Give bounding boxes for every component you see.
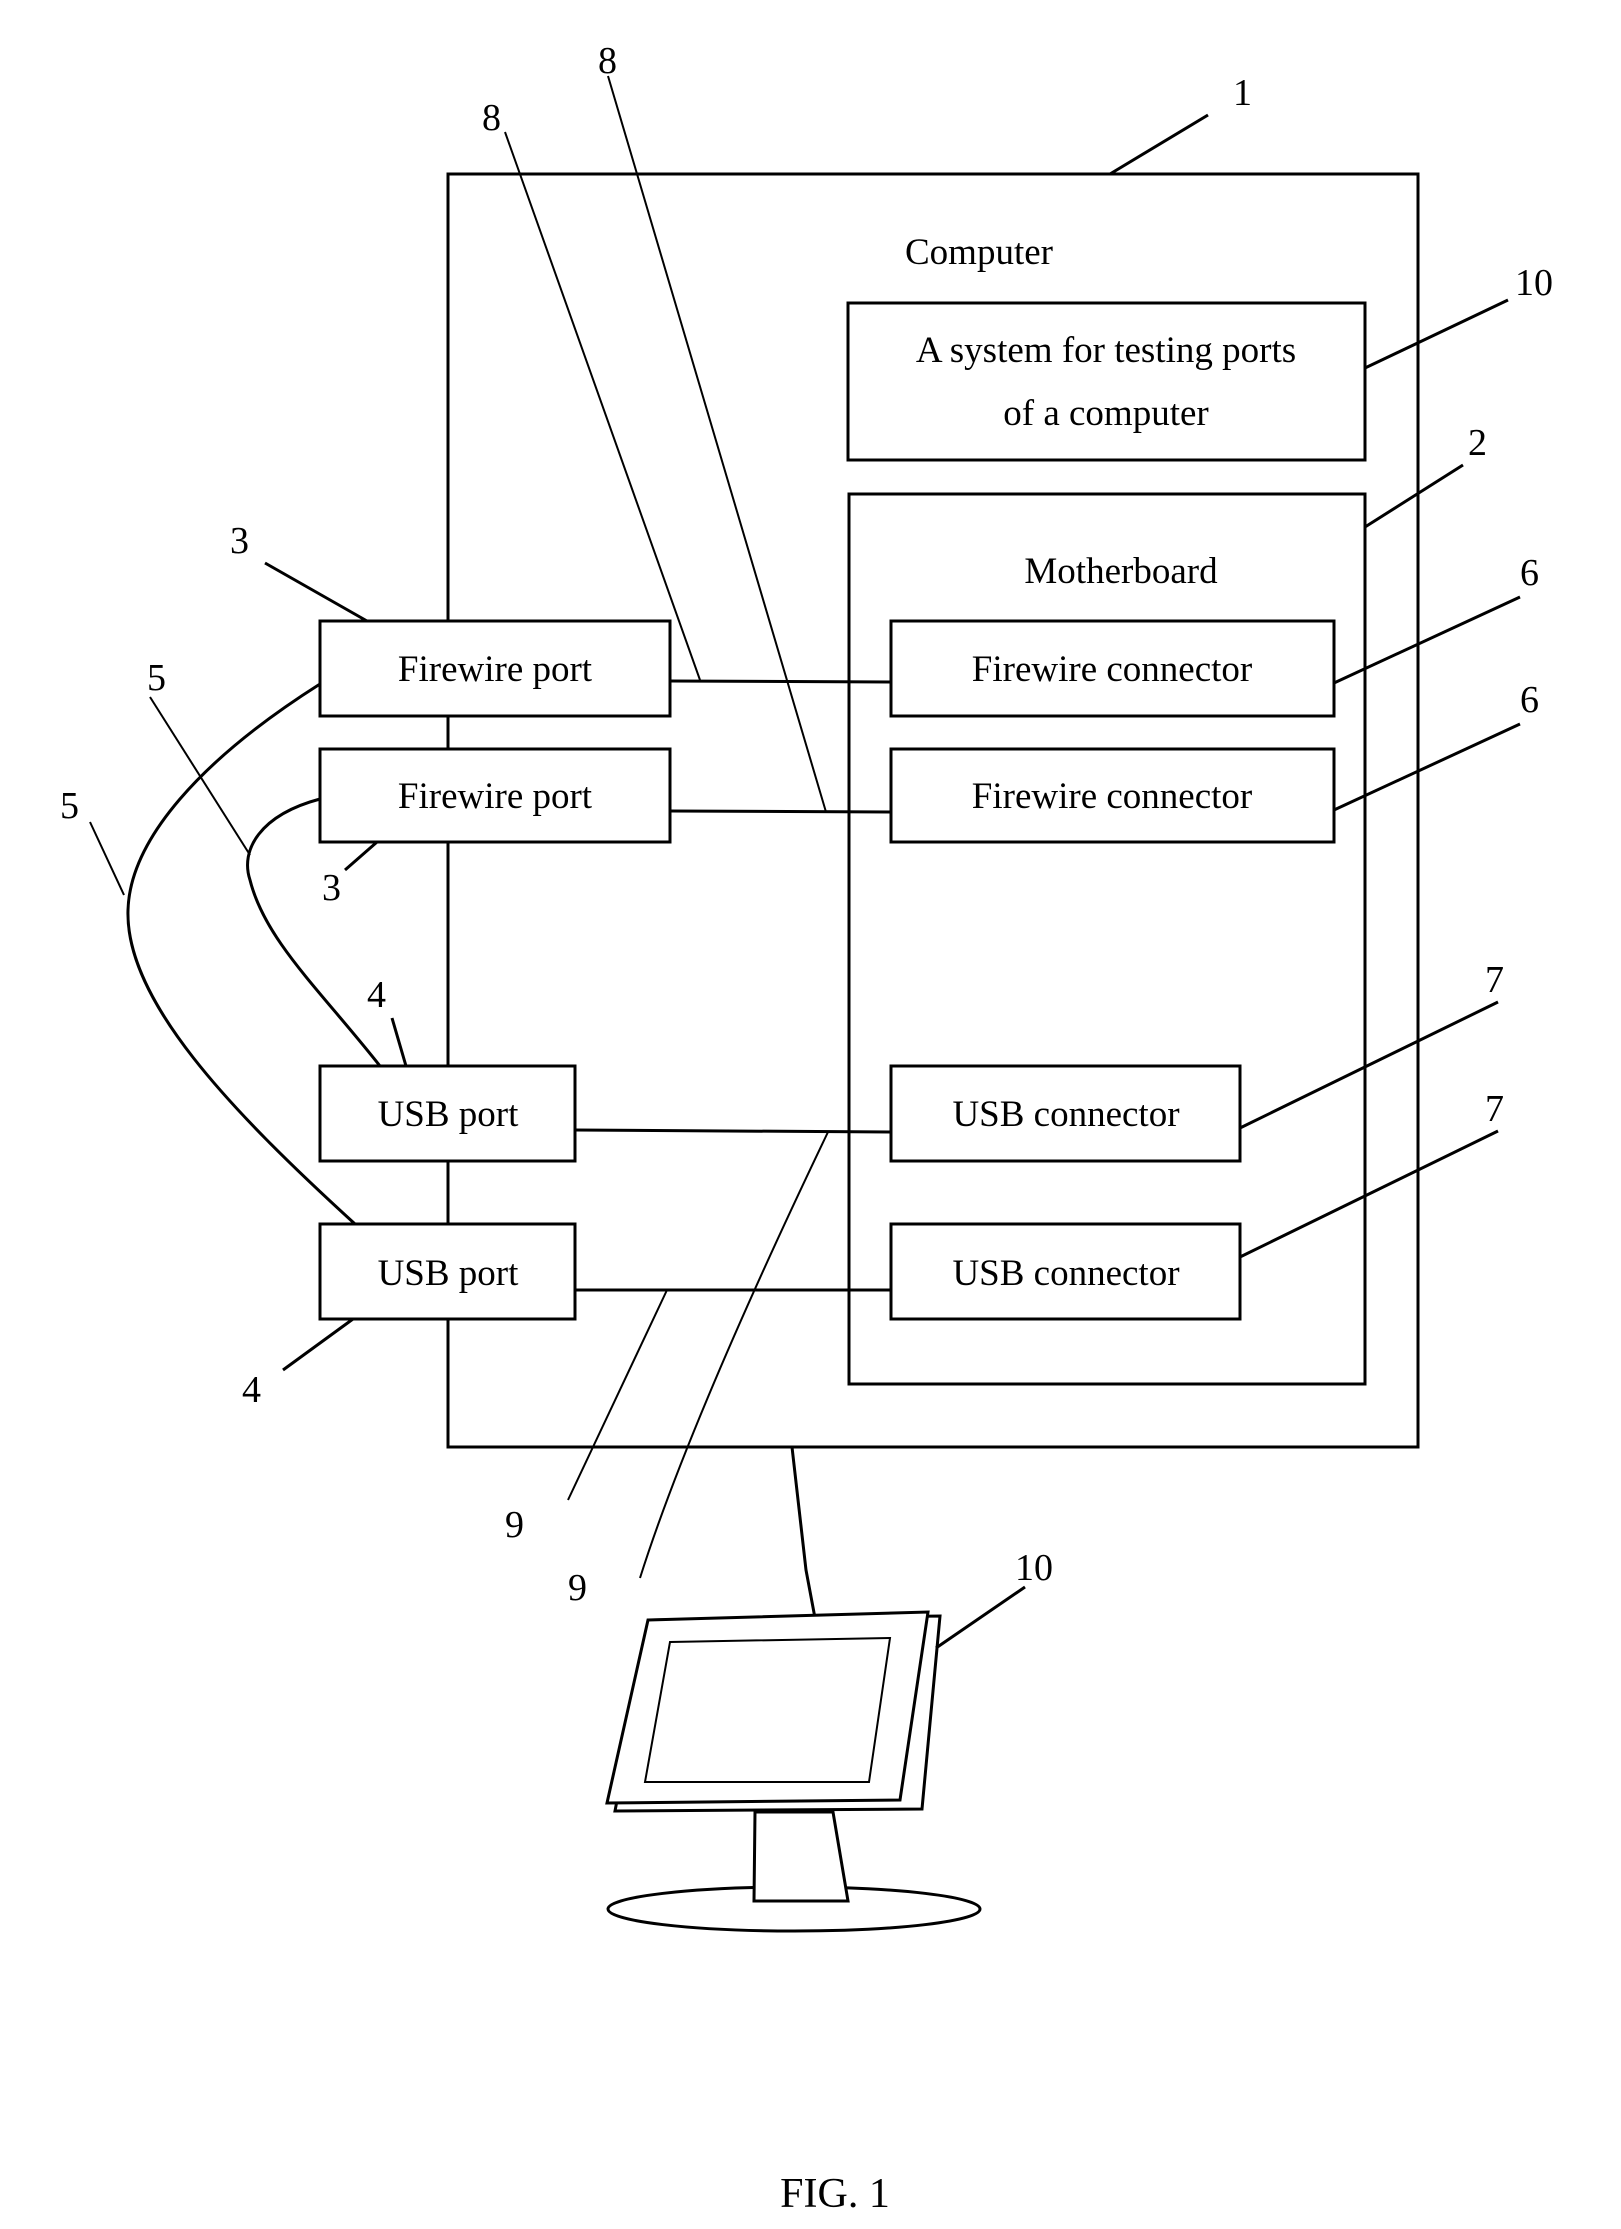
firewire-link-2-ref: 8 [598,40,617,82]
computer-leader-line [1109,113,1209,176]
usb-port-1-label: USB port [378,1094,520,1135]
testing-system-box [846,301,1367,462]
usb-connector-2-ref: 7 [1485,1088,1504,1130]
firewire-port-2-leader-line [344,840,378,872]
firewire-link-2 [669,809,892,814]
firewire-port-1-ref: 3 [230,520,249,562]
usb-connector-1-ref: 7 [1485,959,1504,1001]
usb-port-2-ref: 4 [242,1369,261,1411]
monitor-leader-line [935,1585,1026,1650]
firewire-connector-1-ref: 6 [1520,552,1539,594]
figure-caption: FIG. 1 [780,2171,890,2217]
motherboard-label: Motherboard [1024,551,1218,592]
patent-figure: Computer 1 A system for testing ports of… [60,40,1553,2217]
usb-link-1-ref: 9 [568,1567,587,1609]
usb-link-2-ref: 9 [505,1504,524,1546]
testing-system-line2: of a computer [1003,393,1208,434]
monitor-ref: 10 [1015,1547,1053,1589]
testing-system-ref: 10 [1515,262,1553,304]
monitor [605,1610,982,1933]
computer-label: Computer [905,232,1053,273]
firewire-connector-2-ref: 6 [1520,679,1539,721]
testing-system-line1: A system for testing ports [916,330,1296,371]
firewire-port-2-ref: 3 [322,867,341,909]
cable-1-leader-line [89,821,125,896]
cable-2-leader-line [149,696,251,856]
firewire-link-1 [669,679,892,684]
cable-1-ref: 5 [60,785,79,827]
usb-port-1-leader-line [390,1017,408,1067]
computer-ref: 1 [1233,72,1252,114]
usb-link-1 [574,1128,892,1134]
usb-port-2-label: USB port [378,1253,520,1294]
monitor-cable [790,1446,820,1635]
usb-connector-2-label: USB connector [952,1253,1179,1294]
motherboard-ref: 2 [1468,422,1487,464]
firewire-connector-2-label: Firewire connector [972,776,1252,817]
firewire-port-2-label: Firewire port [398,776,593,817]
usb-port-2-leader-line [282,1317,354,1372]
monitor-stand-neck [752,1810,850,1903]
firewire-connector-1-label: Firewire connector [972,649,1252,690]
firewire-port-1-label: Firewire port [398,649,593,690]
usb-port-1-ref: 4 [367,974,386,1016]
cable-2-ref: 5 [147,657,166,699]
firewire-port-1-leader-line [264,561,368,623]
usb-connector-1-label: USB connector [952,1094,1179,1135]
firewire-link-1-ref: 8 [482,97,501,139]
